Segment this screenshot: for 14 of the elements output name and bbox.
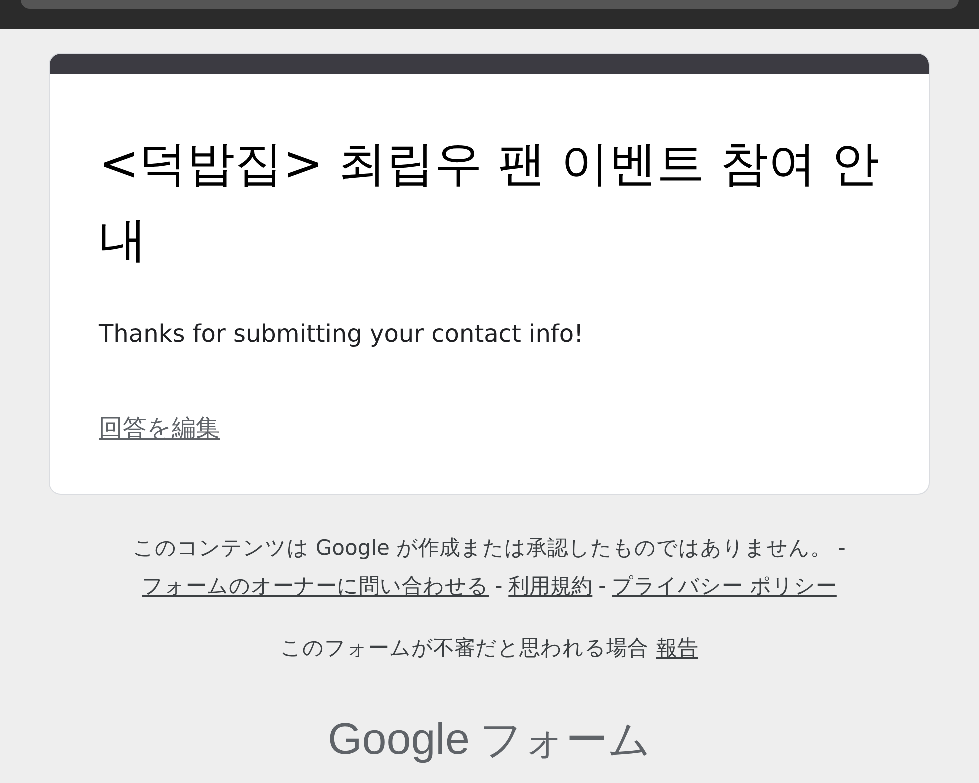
logo-product-text: フォーム bbox=[480, 714, 651, 766]
footer-link[interactable]: フォームのオーナーに問い合わせる bbox=[142, 567, 490, 605]
separator-text: - bbox=[495, 573, 503, 600]
report-link[interactable]: 報告 bbox=[656, 629, 698, 667]
edit-response-link[interactable]: 回答を編集 bbox=[99, 410, 220, 446]
footer-link[interactable]: 利用規約 bbox=[508, 567, 593, 605]
address-bar[interactable] bbox=[20, 0, 958, 9]
form-title: <덕밥집> 최립우 팬 이벤트 참여 안내 bbox=[99, 135, 880, 270]
separator-text: - bbox=[598, 573, 606, 600]
report-text: このフォームが不審だと思われる場合 bbox=[280, 635, 648, 662]
footer-link[interactable]: プライバシー ポリシー bbox=[612, 567, 837, 605]
disclaimer-text: このコンテンツは Google が作成または承認したものではありません。 - bbox=[133, 535, 846, 562]
logo-brand-text: Google bbox=[328, 714, 470, 766]
confirmation-message: Thanks for submitting your contact info! bbox=[99, 319, 585, 350]
